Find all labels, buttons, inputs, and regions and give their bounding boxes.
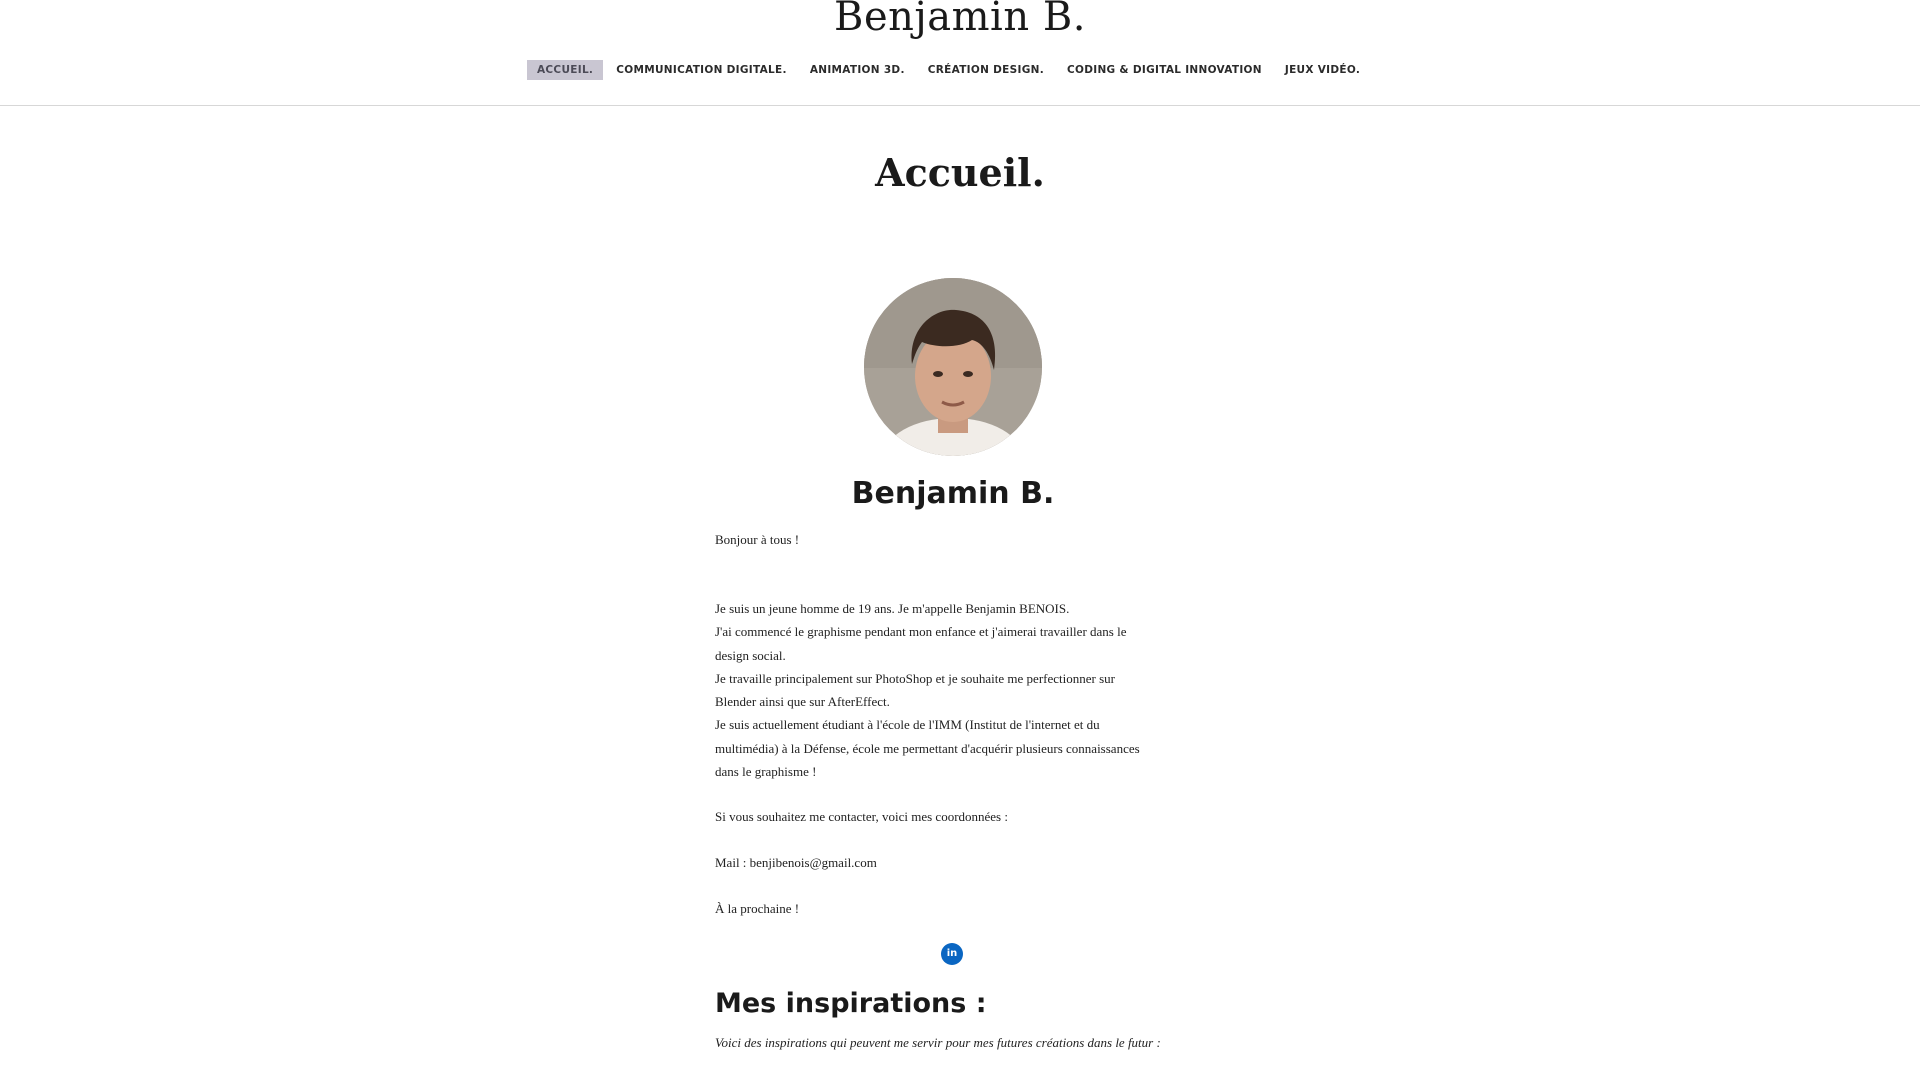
nav-item-coding-digital-innovation[interactable]: CODING & DIGITAL INNOVATION xyxy=(1057,60,1272,80)
bio-text-block: Je suis un jeune homme de 19 ans. Je m'a… xyxy=(715,597,1195,783)
main-nav: ACCUEIL. COMMUNICATION DIGITALE. ANIMATI… xyxy=(527,60,1373,80)
bio-line: design social. xyxy=(715,647,786,663)
contact-intro-block: Si vous souhaitez me contacter, voici me… xyxy=(715,805,1195,828)
contact-mail[interactable]: Mail : benjibenois@gmail.com xyxy=(715,851,1195,874)
contact-mail-block: Mail : benjibenois@gmail.com xyxy=(715,851,1195,874)
nav-item-creation-design[interactable]: CRÉATION DESIGN. xyxy=(918,60,1054,80)
site-header: Benjamin B. ACCUEIL. COMMUNICATION DIGIT… xyxy=(0,0,1920,106)
bio-greeting-block: Bonjour à tous ! xyxy=(715,528,1195,551)
nav-item-jeux-video[interactable]: JEUX VIDÉO. xyxy=(1275,60,1370,80)
inspirations-subtitle: Voici des inspirations qui peuvent me se… xyxy=(715,1035,1161,1050)
bio-line: J'ai commencé le graphisme pendant mon e… xyxy=(715,624,1127,640)
contact-intro: Si vous souhaitez me contacter, voici me… xyxy=(715,809,1008,824)
page-title: Accueil. xyxy=(875,150,1045,195)
site-title[interactable]: Benjamin B. xyxy=(0,0,1920,40)
bio-line: Je suis actuellement étudiant à l'école … xyxy=(715,717,1100,733)
avatar-illustration xyxy=(864,278,1042,456)
bio-line: Je suis un jeune homme de 19 ans. Je m'a… xyxy=(715,601,1070,616)
nav-item-communication-digitale[interactable]: COMMUNICATION DIGITALE. xyxy=(606,60,797,80)
sign-off-block: À la prochaine ! xyxy=(715,897,1195,920)
profile-name: Benjamin B. xyxy=(851,476,1055,511)
profile-photo xyxy=(864,278,1042,456)
linkedin-icon[interactable]: in xyxy=(941,943,963,965)
bio-line: Je travaille principalement sur PhotoSho… xyxy=(715,670,1115,686)
nav-item-animation-3d[interactable]: ANIMATION 3D. xyxy=(800,60,915,80)
bio-line: dans le graphisme ! xyxy=(715,764,817,780)
inspirations-heading: Mes inspirations : xyxy=(715,988,987,1019)
bio-line: Blender ainsi que sur AfterEffect. xyxy=(715,694,890,710)
sign-off: À la prochaine ! xyxy=(715,901,800,916)
bio-line: multimédia) à la Défense, école me perme… xyxy=(715,740,1140,756)
nav-item-accueil[interactable]: ACCUEIL. xyxy=(527,60,604,80)
bio-greeting: Bonjour à tous ! xyxy=(715,532,800,547)
